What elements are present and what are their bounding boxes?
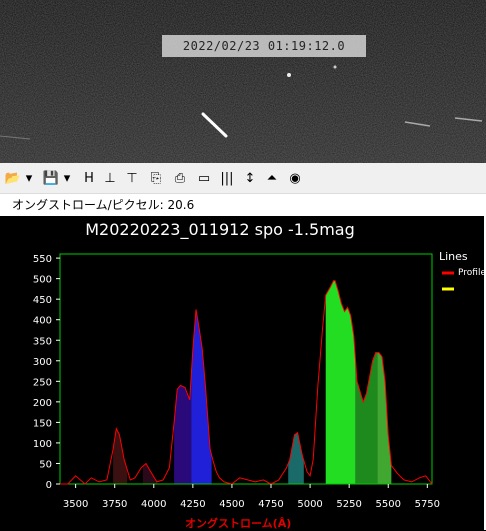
y-tick-label: 100 xyxy=(33,439,52,450)
chart-canvas: 0 50 100 150 200 250 300 350 400 450 500 550 3500 375… xyxy=(33,253,454,510)
x-tick-label: 4750 xyxy=(258,499,283,510)
spectrum-chart: 0 50 100 150 200 250 300 350 400 450 500 550 3500 375… xyxy=(0,216,486,530)
spectrum-fill-6 xyxy=(355,280,378,484)
spectrum-fill-1 xyxy=(142,280,157,484)
y-tick-label: 0 xyxy=(46,480,52,491)
h-line-icon[interactable]: H xyxy=(80,167,98,189)
y-tick-label: 250 xyxy=(33,377,52,388)
open-folder-icon[interactable]: 📂 xyxy=(2,167,24,189)
bars-icon[interactable]: ||| xyxy=(218,167,236,189)
x-tick-label: 5750 xyxy=(415,499,440,510)
y-tick-label: 300 xyxy=(33,357,52,368)
y-tick-label: 550 xyxy=(33,254,52,265)
toolbar: 📂 ▾ 💾 ▾ H ⊥ ⊤ ⎘ ⎙ ▭ ||| ↕ ⏶ ◉ xyxy=(0,163,486,194)
camera-frame: 2022/02/23 01:19:12.0 xyxy=(0,0,486,163)
x-tick-label: 3500 xyxy=(63,499,88,510)
legend-title: Lines xyxy=(439,250,468,263)
y-tick-label: 400 xyxy=(33,316,52,327)
save-dropdown-icon[interactable]: ▾ xyxy=(62,167,72,189)
spectrum-fill-5 xyxy=(325,280,356,484)
legend-entry-profile: Profile xyxy=(458,268,486,278)
scale-bar: オングストローム/ピクセル: 20.6 xyxy=(0,194,486,216)
spectrum-fill-0 xyxy=(113,280,128,484)
spectrum-fill-3 xyxy=(191,280,212,484)
y-tick-label: 450 xyxy=(33,295,52,306)
align-icon[interactable]: ⊥ xyxy=(101,167,119,189)
open-dropdown-icon[interactable]: ▾ xyxy=(24,167,34,189)
copy-icon[interactable]: ⎘ xyxy=(147,167,165,189)
x-tick-label: 5000 xyxy=(297,499,322,510)
x-tick-label: 4250 xyxy=(180,499,205,510)
x-tick-label: 5500 xyxy=(376,499,401,510)
x-tick-label: 4000 xyxy=(141,499,166,510)
chart-title: M20220223_011912 spo -1.5mag xyxy=(85,220,355,239)
x-tick-label: 3750 xyxy=(102,499,127,510)
save-icon[interactable]: 💾 xyxy=(40,167,62,189)
y-tick-label: 50 xyxy=(39,459,52,470)
y-tick-label: 200 xyxy=(33,398,52,409)
x-tick-label: 4500 xyxy=(219,499,244,510)
x-tick-label: 5250 xyxy=(336,499,361,510)
print-icon[interactable]: ⎙ xyxy=(170,167,190,189)
y-tick-label: 150 xyxy=(33,418,52,429)
spectrum-fill-2 xyxy=(174,280,192,484)
fit-vertical-icon[interactable]: ↕ xyxy=(240,167,260,189)
timestamp-overlay: 2022/02/23 01:19:12.0 xyxy=(162,35,366,57)
x-axis-label: オングストローム(Å) xyxy=(185,517,292,530)
color-wheel-icon[interactable]: ◉ xyxy=(286,167,304,189)
night-sky-image xyxy=(0,0,486,163)
scale-label: オングストローム/ピクセル: 20.6 xyxy=(12,198,195,212)
align-alt-icon[interactable]: ⊤ xyxy=(123,167,141,189)
ruler-icon[interactable]: ▭ xyxy=(194,167,214,189)
star xyxy=(287,73,291,77)
y-tick-label: 500 xyxy=(33,275,52,286)
fit-icon[interactable]: ⏶ xyxy=(262,167,282,189)
y-tick-label: 350 xyxy=(33,336,52,347)
